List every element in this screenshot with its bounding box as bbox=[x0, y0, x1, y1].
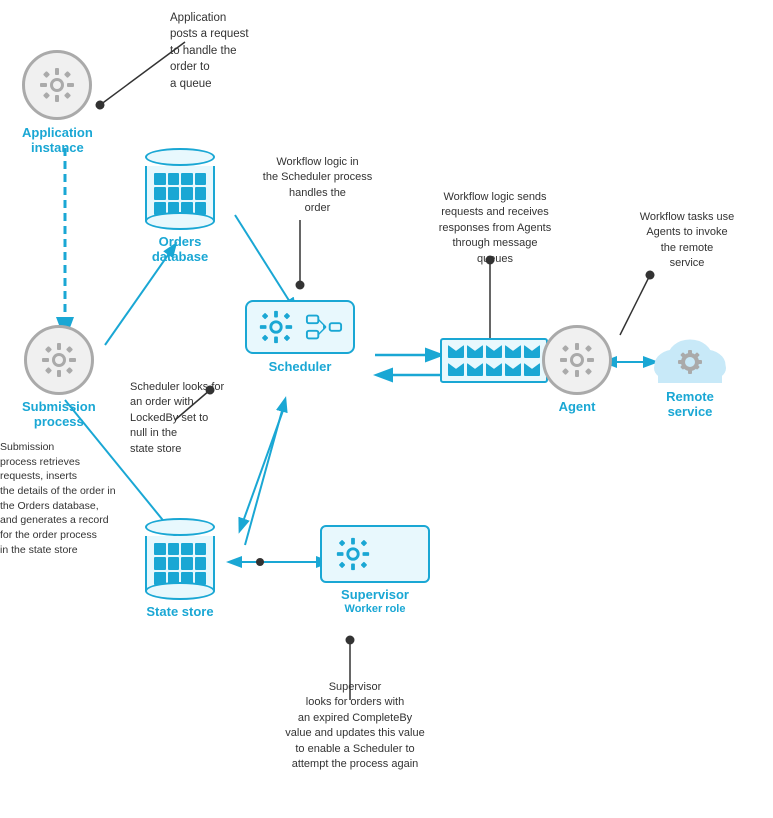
scheduler-label: Scheduler bbox=[269, 359, 332, 374]
agent-label: Agent bbox=[559, 399, 596, 414]
agent: Agent bbox=[542, 325, 612, 414]
scheduler: Scheduler bbox=[245, 300, 355, 374]
workflow-agents-annotation: Workflow logic sends requests and receiv… bbox=[415, 190, 575, 267]
orders-db-label: Ordersdatabase bbox=[152, 234, 208, 264]
application-instance-label: Applicationinstance bbox=[22, 125, 93, 155]
application-instance-icon bbox=[22, 50, 92, 120]
workflow-scheduler-annotation: Workflow logic in the Scheduler process … bbox=[245, 155, 390, 217]
diagram-container: Applicationinstance Application posts a … bbox=[0, 0, 773, 818]
state-store: State store bbox=[145, 518, 215, 619]
supervisor-annotation: Supervisor looks for orders with an expi… bbox=[230, 680, 480, 772]
agent-icon bbox=[542, 325, 612, 395]
submission-process-label: Submissionprocess bbox=[22, 399, 96, 429]
submission-annotation: Submission process retrieves requests, i… bbox=[0, 440, 145, 558]
orders-database: Ordersdatabase bbox=[145, 148, 215, 264]
supervisor-gear-icon bbox=[334, 535, 372, 573]
message-queue bbox=[440, 338, 548, 383]
app-posts-annotation: Application posts a request to handle th… bbox=[170, 10, 330, 92]
state-store-icon bbox=[145, 518, 215, 600]
remote-service-cloud-icon bbox=[650, 320, 730, 385]
worker-role-label: Worker role bbox=[345, 603, 406, 615]
orders-db-icon bbox=[145, 148, 215, 230]
state-store-label: State store bbox=[146, 604, 213, 619]
application-instance: Applicationinstance bbox=[22, 50, 93, 155]
supervisor-label: Supervisor bbox=[341, 587, 409, 602]
remote-service-label: Remoteservice bbox=[666, 389, 714, 419]
workflow-tasks-annotation: Workflow tasks use Agents to invoke the … bbox=[612, 210, 762, 272]
scheduler-workflow-icon bbox=[305, 308, 343, 346]
supervisor-worker: Supervisor Worker role bbox=[320, 525, 430, 615]
scheduler-looks-annotation: Scheduler looks for an order with Locked… bbox=[130, 380, 260, 457]
remote-service: Remoteservice bbox=[650, 320, 730, 419]
submission-process-icon bbox=[24, 325, 94, 395]
scheduler-gear-icon bbox=[257, 308, 295, 346]
submission-process: Submissionprocess bbox=[22, 325, 96, 429]
